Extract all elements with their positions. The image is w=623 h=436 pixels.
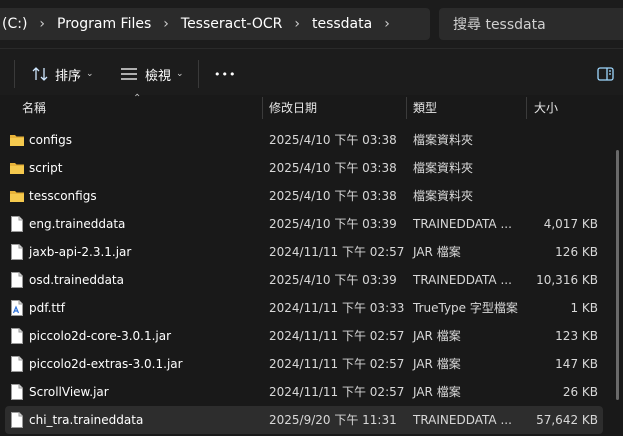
column-header: ⌃ 名稱 修改日期 類型 大小 — [0, 93, 623, 121]
breadcrumb-tessdata[interactable]: tessdata — [312, 16, 372, 32]
file-date: 2024/11/11 下午 02:57 — [269, 385, 405, 399]
breadcrumb-separator-icon[interactable]: › — [39, 16, 45, 32]
file-name: jaxb-api-2.3.1.jar — [29, 245, 132, 259]
file-date: 2025/4/10 下午 03:39 — [269, 217, 397, 231]
navigation-bar: (C:) › Program Files › Tesseract-OCR › t… — [0, 0, 623, 48]
file-date: 2025/9/20 下午 11:31 — [269, 413, 397, 427]
file-size: 4,017 KB — [543, 217, 598, 231]
column-size[interactable]: 大小 — [534, 95, 558, 121]
column-name[interactable]: 名稱 — [22, 95, 46, 121]
file-type: TRAINEDDATA ... — [413, 413, 512, 427]
file-icon — [9, 215, 25, 233]
column-date[interactable]: 修改日期 — [269, 95, 317, 121]
file-row[interactable]: script 2025/4/10 下午 03:38 檔案資料夾 — [5, 154, 603, 182]
file-name: piccolo2d-extras-3.0.1.jar — [29, 357, 183, 371]
file-type: 檔案資料夾 — [413, 133, 474, 147]
file-name: configs — [29, 133, 72, 147]
file-row[interactable]: piccolo2d-core-3.0.1.jar 2024/11/11 下午 02… — [5, 322, 603, 350]
folder-icon — [9, 187, 25, 205]
sort-button[interactable]: 排序 ⌄ — [32, 62, 94, 86]
file-type: JAR 檔案 — [413, 385, 461, 399]
file-icon — [9, 411, 25, 429]
folder-icon — [9, 131, 25, 149]
file-type: TRAINEDDATA ... — [413, 217, 512, 231]
column-type[interactable]: 類型 — [413, 95, 437, 121]
file-size: 123 KB — [555, 329, 598, 343]
file-name: script — [29, 161, 63, 175]
file-date: 2025/4/10 下午 03:38 — [269, 189, 397, 203]
file-type: TRAINEDDATA ... — [413, 273, 512, 287]
file-icon — [9, 271, 25, 289]
breadcrumb-drive[interactable]: (C:) — [2, 16, 27, 32]
file-date: 2024/11/11 下午 02:57 — [269, 329, 405, 343]
breadcrumb-separator-icon[interactable]: › — [163, 16, 169, 32]
details-pane-icon — [597, 67, 614, 81]
file-row[interactable]: chi_tra.traineddata 2025/9/20 下午 11:31 TRA… — [5, 406, 603, 434]
file-icon — [9, 327, 25, 345]
file-type: TrueType 字型檔案 — [413, 301, 518, 315]
file-name: chi_tra.traineddata — [29, 413, 144, 427]
search-placeholder: 搜尋 tessdata — [453, 17, 546, 33]
breadcrumb-program-files[interactable]: Program Files — [57, 16, 151, 32]
breadcrumb-separator-icon[interactable]: › — [384, 16, 390, 32]
file-date: 2024/11/11 下午 02:57 — [269, 245, 405, 259]
view-list-icon — [121, 68, 137, 80]
toolbar-divider — [198, 60, 199, 88]
toolbar-divider — [14, 60, 15, 88]
file-type: JAR 檔案 — [413, 329, 461, 343]
view-button[interactable]: 檢視 ⌄ — [120, 62, 184, 86]
file-date: 2025/4/10 下午 03:38 — [269, 133, 397, 147]
vertical-scrollbar[interactable] — [616, 150, 619, 400]
file-size: 26 KB — [562, 385, 598, 399]
file-name: piccolo2d-core-3.0.1.jar — [29, 329, 172, 343]
column-divider[interactable] — [262, 97, 263, 119]
file-row[interactable]: osd.traineddata 2025/4/10 下午 03:39 TRAINED… — [5, 266, 603, 294]
file-date: 2025/4/10 下午 03:38 — [269, 161, 397, 175]
file-type: JAR 檔案 — [413, 245, 461, 259]
font-file-icon — [9, 299, 25, 317]
file-name: tessconfigs — [29, 189, 97, 203]
column-divider[interactable] — [406, 97, 407, 119]
file-type: JAR 檔案 — [413, 357, 461, 371]
file-row[interactable]: ScrollView.jar 2024/11/11 下午 02:57 JAR 檔案 2… — [5, 378, 603, 406]
details-pane-button[interactable] — [597, 62, 621, 86]
file-row[interactable]: eng.traineddata 2025/4/10 下午 03:39 TRAINED… — [5, 210, 603, 238]
file-row[interactable]: piccolo2d-extras-3.0.1.jar 2024/11/11 下午 … — [5, 350, 603, 378]
more-options-button[interactable]: ••• — [214, 62, 236, 86]
file-name: pdf.ttf — [29, 301, 66, 315]
search-box[interactable]: 搜尋 tessdata — [439, 8, 623, 40]
file-icon — [9, 355, 25, 373]
file-row[interactable]: tessconfigs 2025/4/10 下午 03:38 檔案資料夾 — [5, 182, 603, 210]
address-bar[interactable]: (C:) › Program Files › Tesseract-OCR › t… — [0, 8, 430, 40]
file-row[interactable]: pdf.ttf 2024/11/11 下午 03:33 TrueType 字型檔案 1… — [5, 294, 603, 322]
file-row[interactable]: configs 2025/4/10 下午 03:38 檔案資料夾 — [5, 126, 603, 154]
column-divider[interactable] — [526, 97, 527, 119]
file-name: eng.traineddata — [29, 217, 126, 231]
file-row[interactable]: jaxb-api-2.3.1.jar 2024/11/11 下午 02:57 JAR… — [5, 238, 603, 266]
file-size: 10,316 KB — [536, 273, 598, 287]
file-size: 126 KB — [555, 245, 598, 259]
file-type: 檔案資料夾 — [413, 189, 474, 203]
file-icon — [9, 243, 25, 261]
file-icon — [9, 383, 25, 401]
file-type: 檔案資料夾 — [413, 161, 474, 175]
chevron-down-icon: ⌄ — [176, 69, 184, 79]
breadcrumb-separator-icon[interactable]: › — [294, 16, 300, 32]
file-date: 2025/4/10 下午 03:39 — [269, 273, 397, 287]
file-size: 1 KB — [570, 301, 598, 315]
file-name: ScrollView.jar — [29, 385, 109, 399]
command-bar: 排序 ⌄ 檢視 ⌄ ••• — [0, 48, 623, 99]
sort-label: 排序 — [55, 68, 82, 84]
sort-icon — [32, 67, 48, 81]
file-date: 2024/11/11 下午 03:33 — [269, 301, 405, 315]
chevron-down-icon: ⌄ — [86, 69, 94, 79]
folder-icon — [9, 159, 25, 177]
breadcrumb-tesseract-ocr[interactable]: Tesseract-OCR — [181, 16, 282, 32]
view-label: 檢視 — [145, 68, 172, 84]
file-size: 147 KB — [555, 357, 598, 371]
file-name: osd.traineddata — [29, 273, 124, 287]
file-size: 57,642 KB — [536, 413, 598, 427]
file-date: 2024/11/11 下午 02:57 — [269, 357, 405, 371]
sort-ascending-icon: ⌃ — [133, 93, 142, 104]
